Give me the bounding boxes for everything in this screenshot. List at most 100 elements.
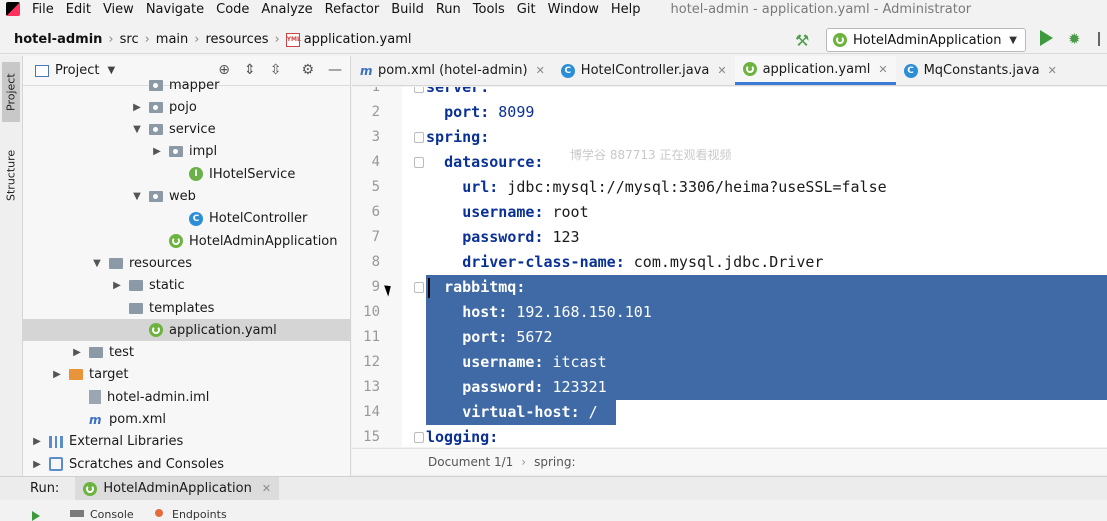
menu-code[interactable]: Code [210, 2, 255, 17]
code-line[interactable]: 8 driver-class-name: com.mysql.jdbc.Drive… [352, 250, 1107, 275]
code-line[interactable]: 10 host: 192.168.150.101 [352, 300, 1107, 325]
tree-item[interactable]: C HotelController [23, 208, 351, 230]
editor-tab[interactable]: application.yaml ✕ [734, 56, 896, 85]
tree-item[interactable]: hotel-admin.iml [23, 386, 351, 408]
expand-arrow-icon[interactable]: ▶ [31, 436, 43, 447]
document-indicator[interactable]: Document 1/1 [428, 455, 513, 469]
tree-item-label: service [169, 122, 216, 138]
tool-window-project[interactable]: Project [2, 62, 20, 122]
collapse-arrow-icon[interactable]: ▼ [131, 124, 143, 135]
tree-item-label: IHotelService [209, 166, 296, 182]
rerun-play-icon[interactable] [32, 511, 40, 521]
run-configuration-select[interactable]: HotelAdminApplication ▼ [826, 28, 1026, 52]
editor-tab[interactable]: m pom.xml (hotel-admin) ✕ [352, 56, 553, 85]
breadcrumb-project[interactable]: hotel-admin [14, 32, 102, 47]
line-number: 14 [363, 404, 380, 420]
breadcrumb-src[interactable]: src [120, 32, 139, 47]
tree-item[interactable]: ▼ web [23, 186, 351, 208]
menu-refactor[interactable]: Refactor [319, 2, 386, 17]
code-line[interactable]: 15 logging: [352, 425, 1107, 447]
fold-marker-icon[interactable] [414, 157, 424, 168]
code-line[interactable]: 12 username: itcast [352, 350, 1107, 375]
tree-item[interactable]: application.yaml [23, 319, 351, 342]
menu-tools[interactable]: Tools [467, 2, 511, 17]
run-play-icon[interactable] [1040, 30, 1053, 46]
tree-item[interactable]: ▶ impl [23, 141, 351, 163]
text-caret [428, 278, 430, 298]
code-line[interactable]: 6 username: root [352, 200, 1107, 225]
tree-item[interactable]: ▶ Scratches and Consoles [23, 453, 351, 475]
menu-analyze[interactable]: Analyze [255, 2, 318, 17]
package-folder-icon [149, 191, 163, 202]
yaml-key: port [462, 328, 499, 346]
code-line[interactable]: 5 url: jdbc:mysql://mysql:3306/heima?useS… [352, 175, 1107, 200]
tree-item[interactable]: mapper [23, 74, 351, 96]
close-icon[interactable]: ✕ [878, 63, 887, 76]
yaml-value: / [588, 403, 598, 421]
code-line[interactable]: 2 port: 8099 [352, 100, 1107, 125]
line-number: 6 [371, 204, 380, 220]
menu-help[interactable]: Help [605, 2, 647, 17]
code-line[interactable]: 14 virtual-host: / [352, 400, 1107, 425]
yaml-path-crumb[interactable]: spring: [534, 455, 575, 469]
tree-item[interactable]: I IHotelService [23, 163, 351, 185]
code-line[interactable]: 3 spring: [352, 125, 1107, 150]
code-line[interactable]: 1 server: [352, 87, 1107, 100]
tool-window-structure[interactable]: Structure [2, 140, 20, 210]
left-tool-stripe: Project Structure [0, 56, 23, 476]
menu-run[interactable]: Run [430, 2, 467, 17]
tree-item[interactable]: templates [23, 297, 351, 319]
tree-item[interactable]: ▶ static [23, 275, 351, 297]
expand-arrow-icon[interactable]: ▶ [31, 459, 43, 470]
expand-arrow-icon[interactable]: ▶ [51, 369, 63, 380]
close-icon[interactable]: ✕ [1048, 64, 1057, 77]
collapse-arrow-icon[interactable]: ▼ [91, 258, 103, 269]
tree-item[interactable]: ▶ pojo [23, 96, 351, 118]
code-editor[interactable]: 博学谷 887713 正在观看视频 1 server: 2 port: 8099 3 sp… [352, 87, 1107, 447]
endpoints-tab[interactable]: Endpoints [172, 508, 227, 521]
expand-arrow-icon[interactable]: ▶ [151, 146, 163, 157]
menu-view[interactable]: View [97, 2, 140, 17]
tree-item[interactable]: ▼ resources [23, 252, 351, 274]
code-line[interactable]: 11 port: 5672 [352, 325, 1107, 350]
run-tab-hoteladminapplication[interactable]: HotelAdminApplication ✕ [75, 476, 280, 501]
spring-boot-icon [742, 62, 757, 76]
menu-navigate[interactable]: Navigate [140, 2, 210, 17]
menu-git[interactable]: Git [511, 2, 542, 17]
menu-file[interactable]: File [26, 2, 60, 17]
fold-marker-icon[interactable] [414, 282, 424, 293]
console-tab[interactable]: Console [90, 508, 134, 521]
breadcrumb-file[interactable]: application.yaml [304, 32, 412, 47]
code-line[interactable]: 9 rabbitmq: [352, 275, 1107, 300]
breadcrumb-main[interactable]: main [156, 32, 188, 47]
tree-item[interactable]: HotelAdminApplication [23, 230, 351, 252]
expand-arrow-icon[interactable]: ▶ [131, 102, 143, 113]
fold-marker-icon[interactable] [414, 132, 424, 143]
line-number: 2 [371, 104, 380, 120]
collapse-arrow-icon[interactable]: ▼ [131, 191, 143, 202]
editor-tab[interactable]: C HotelController.java ✕ [553, 56, 735, 85]
tree-item[interactable]: ▶ External Libraries [23, 431, 351, 453]
fold-marker-icon[interactable] [414, 87, 424, 93]
tree-item[interactable]: ▶ test [23, 342, 351, 364]
tree-item[interactable]: ▼ service [23, 119, 351, 141]
debug-bug-icon[interactable]: ✹ [1068, 30, 1084, 48]
menu-build[interactable]: Build [385, 2, 430, 17]
code-line[interactable]: 7 password: 123 [352, 225, 1107, 250]
build-hammer-icon[interactable]: ⚒ [795, 31, 813, 50]
menu-window[interactable]: Window [542, 2, 605, 17]
editor-tab[interactable]: C MqConstants.java ✕ [896, 56, 1065, 85]
close-icon[interactable]: ✕ [717, 64, 726, 77]
breadcrumb-resources[interactable]: resources [205, 32, 268, 47]
tree-item[interactable]: ▶ target [23, 364, 351, 386]
expand-arrow-icon[interactable]: ▶ [111, 280, 123, 291]
tree-item[interactable]: m pom.xml [23, 409, 351, 431]
fold-marker-icon[interactable] [414, 432, 424, 443]
code-line[interactable]: 4 datasource: [352, 150, 1107, 175]
close-icon[interactable]: ✕ [536, 64, 545, 77]
code-line[interactable]: 13 password: 123321 [352, 375, 1107, 400]
expand-arrow-icon[interactable]: ▶ [71, 347, 83, 358]
menu-edit[interactable]: Edit [60, 2, 97, 17]
more-toolbar-icon[interactable] [1098, 32, 1107, 46]
close-icon[interactable]: ✕ [262, 482, 271, 495]
